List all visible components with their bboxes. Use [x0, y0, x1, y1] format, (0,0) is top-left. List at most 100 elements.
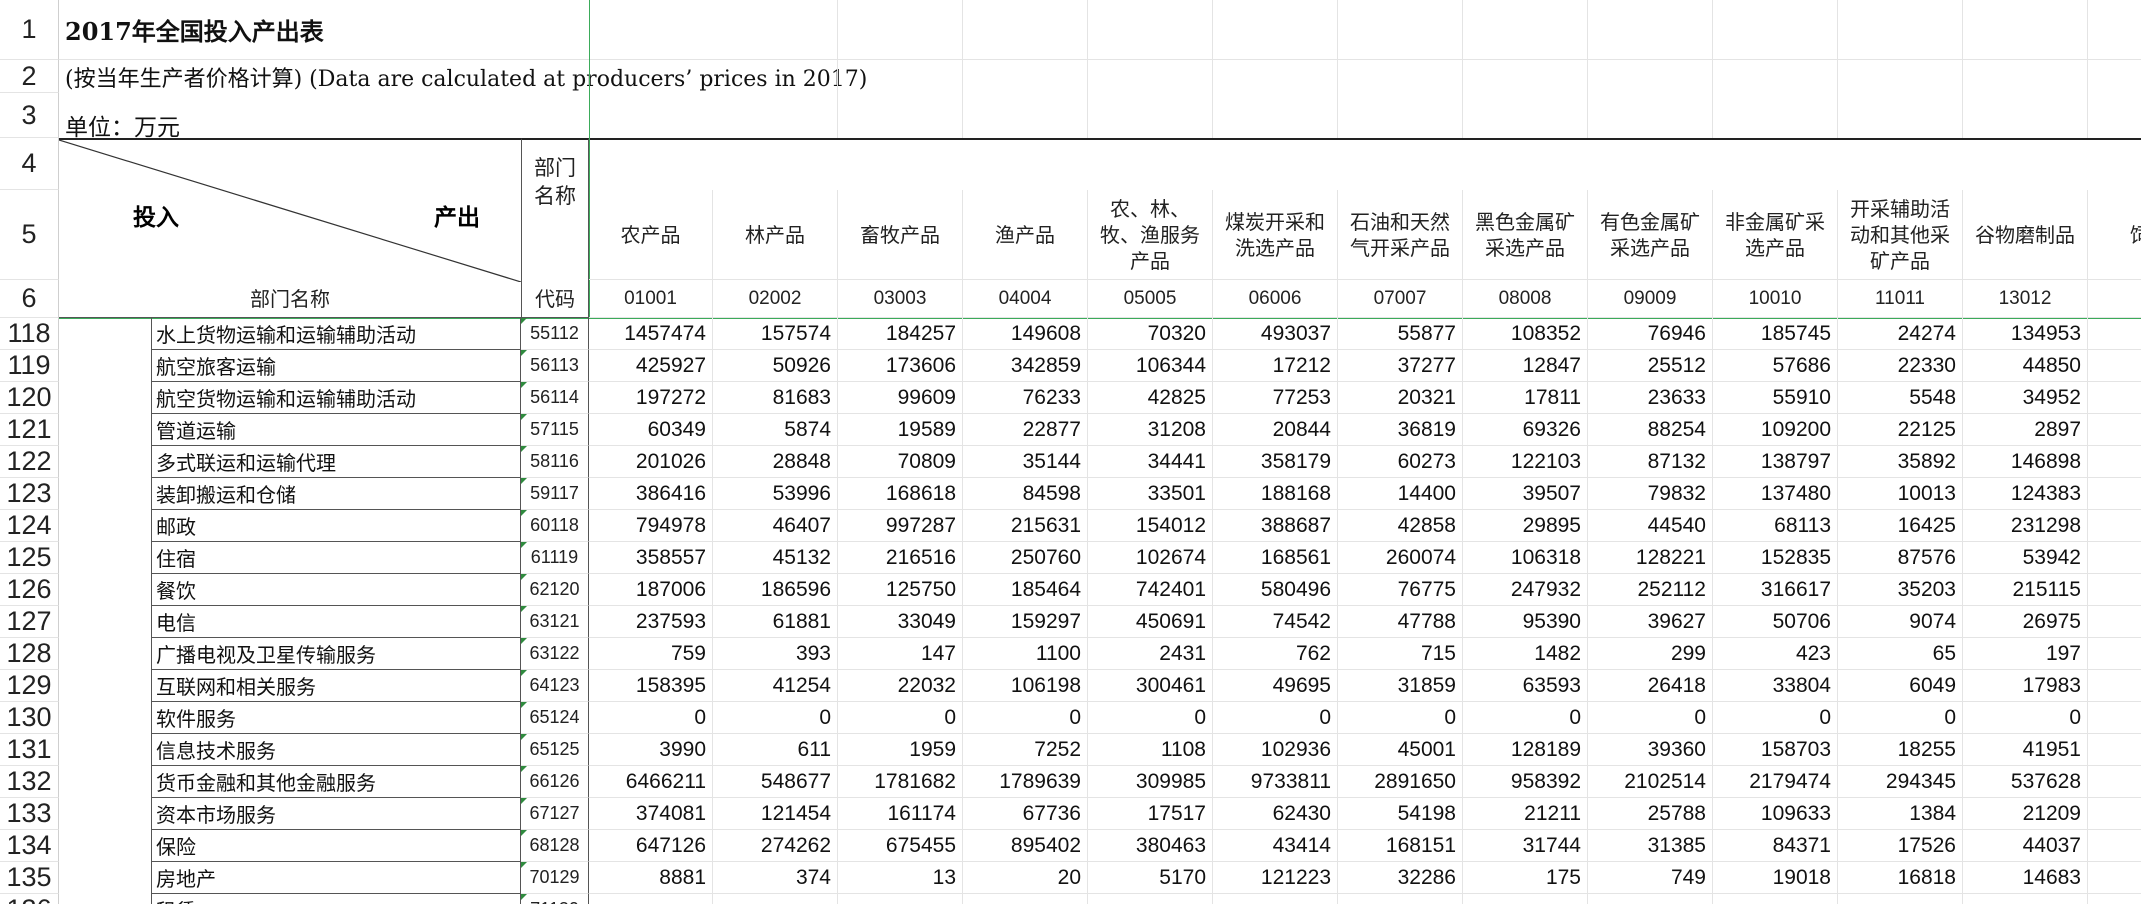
- value-cell[interactable]: 62430: [1213, 798, 1338, 830]
- value-cell[interactable]: 54198: [1338, 798, 1463, 830]
- value-cell[interactable]: 168151: [1338, 830, 1463, 862]
- empty-cell[interactable]: [1338, 0, 1463, 138]
- value-cell[interactable]: 0: [589, 702, 713, 734]
- value-cell[interactable]: 45001: [1338, 734, 1463, 766]
- row-header[interactable]: 134: [0, 830, 59, 862]
- value-cell[interactable]: 358179: [1213, 446, 1338, 478]
- column-header-code[interactable]: 03003: [838, 280, 963, 318]
- value-cell[interactable]: 1100: [963, 638, 1088, 670]
- value-cell[interactable]: 425927: [589, 350, 713, 382]
- value-cell[interactable]: 31744: [1463, 830, 1588, 862]
- value-cell[interactable]: 647126: [589, 830, 713, 862]
- value-cell[interactable]: [838, 894, 963, 904]
- dept-code-cell[interactable]: 63121: [521, 606, 589, 638]
- value-cell[interactable]: 88254: [1588, 414, 1713, 446]
- code-label[interactable]: 代码: [521, 280, 589, 318]
- value-cell[interactable]: 69326: [1463, 414, 1588, 446]
- dept-code-cell[interactable]: 64123: [521, 670, 589, 702]
- value-cell[interactable]: 21211: [1463, 798, 1588, 830]
- column-header-name[interactable]: 非金属矿采选产品: [1713, 190, 1838, 280]
- value-cell[interactable]: 57686: [1713, 350, 1838, 382]
- value-cell[interactable]: 6466211: [589, 766, 713, 798]
- column-header-code[interactable]: 05005: [1088, 280, 1213, 318]
- value-cell[interactable]: 1959: [838, 734, 963, 766]
- value-cell[interactable]: 22125: [1838, 414, 1963, 446]
- indent-cell[interactable]: [59, 734, 151, 766]
- value-cell[interactable]: 388687: [1213, 510, 1338, 542]
- row-header-5[interactable]: 5: [0, 190, 59, 280]
- column-header-code[interactable]: 01001: [589, 280, 713, 318]
- value-cell[interactable]: 33501: [1088, 478, 1213, 510]
- column-header-code[interactable]: 10010: [1713, 280, 1838, 318]
- value-cell[interactable]: 50706: [1713, 606, 1838, 638]
- value-cell[interactable]: 63593: [1463, 670, 1588, 702]
- value-cell[interactable]: 22877: [963, 414, 1088, 446]
- empty-cell[interactable]: [1838, 0, 1963, 138]
- value-cell[interactable]: 35144: [963, 446, 1088, 478]
- value-cell[interactable]: 237593: [589, 606, 713, 638]
- column-header-name[interactable]: 黑色金属矿采选产品: [1463, 190, 1588, 280]
- value-cell[interactable]: 7252: [963, 734, 1088, 766]
- row-header[interactable]: 125: [0, 542, 59, 574]
- value-cell[interactable]: [2088, 382, 2141, 414]
- value-cell[interactable]: 1384: [1838, 798, 1963, 830]
- value-cell[interactable]: [1713, 894, 1838, 904]
- column-header-code[interactable]: 11011: [1838, 280, 1963, 318]
- value-cell[interactable]: 386416: [589, 478, 713, 510]
- row-header[interactable]: 124: [0, 510, 59, 542]
- value-cell[interactable]: 32286: [1338, 862, 1463, 894]
- value-cell[interactable]: 0: [1088, 702, 1213, 734]
- value-cell[interactable]: 35203: [1838, 574, 1963, 606]
- column-header-code[interactable]: 13012: [1963, 280, 2088, 318]
- value-cell[interactable]: [2088, 542, 2141, 574]
- value-cell[interactable]: 299: [1588, 638, 1713, 670]
- value-cell[interactable]: 1789639: [963, 766, 1088, 798]
- value-cell[interactable]: 17983: [1963, 670, 2088, 702]
- value-cell[interactable]: 247932: [1463, 574, 1588, 606]
- value-cell[interactable]: 53942: [1963, 542, 2088, 574]
- row-header[interactable]: 129: [0, 670, 59, 702]
- indent-cell[interactable]: [59, 350, 151, 382]
- dept-code-cell[interactable]: 67127: [521, 798, 589, 830]
- row-header[interactable]: 126: [0, 574, 59, 606]
- indent-cell[interactable]: [59, 318, 151, 350]
- value-cell[interactable]: 0: [838, 702, 963, 734]
- value-cell[interactable]: 108352: [1463, 318, 1588, 350]
- value-cell[interactable]: 1482: [1463, 638, 1588, 670]
- dept-name-cell[interactable]: 航空旅客运输: [151, 350, 521, 382]
- dept-code-cell[interactable]: 65124: [521, 702, 589, 734]
- value-cell[interactable]: 109633: [1713, 798, 1838, 830]
- value-cell[interactable]: 1457474: [589, 318, 713, 350]
- value-cell[interactable]: 794978: [589, 510, 713, 542]
- value-cell[interactable]: 17517: [1088, 798, 1213, 830]
- column-header-name[interactable]: 石油和天然气开采产品: [1338, 190, 1463, 280]
- value-cell[interactable]: 121454: [713, 798, 838, 830]
- value-cell[interactable]: 17811: [1463, 382, 1588, 414]
- column-header-code[interactable]: 09009: [1588, 280, 1713, 318]
- value-cell[interactable]: 20321: [1338, 382, 1463, 414]
- value-cell[interactable]: 0: [1213, 702, 1338, 734]
- value-cell[interactable]: 61881: [713, 606, 838, 638]
- value-cell[interactable]: 185745: [1713, 318, 1838, 350]
- dept-name-cell[interactable]: 电信: [151, 606, 521, 638]
- value-cell[interactable]: 168618: [838, 478, 963, 510]
- row-header-1[interactable]: 1: [0, 0, 59, 60]
- value-cell[interactable]: 2431: [1088, 638, 1213, 670]
- empty-cell[interactable]: [1588, 0, 1713, 138]
- value-cell[interactable]: [1588, 894, 1713, 904]
- value-cell[interactable]: 87132: [1588, 446, 1713, 478]
- value-cell[interactable]: 5874: [713, 414, 838, 446]
- value-cell[interactable]: 18255: [1838, 734, 1963, 766]
- indent-cell[interactable]: [59, 446, 151, 478]
- value-cell[interactable]: 0: [1463, 702, 1588, 734]
- value-cell[interactable]: 21209: [1963, 798, 2088, 830]
- value-cell[interactable]: 17526: [1838, 830, 1963, 862]
- value-cell[interactable]: 762: [1213, 638, 1338, 670]
- value-cell[interactable]: 12847: [1463, 350, 1588, 382]
- value-cell[interactable]: 2102514: [1588, 766, 1713, 798]
- value-cell[interactable]: 81683: [713, 382, 838, 414]
- value-cell[interactable]: 300461: [1088, 670, 1213, 702]
- value-cell[interactable]: [2088, 894, 2141, 904]
- indent-cell[interactable]: [59, 830, 151, 862]
- indent-cell[interactable]: [59, 766, 151, 798]
